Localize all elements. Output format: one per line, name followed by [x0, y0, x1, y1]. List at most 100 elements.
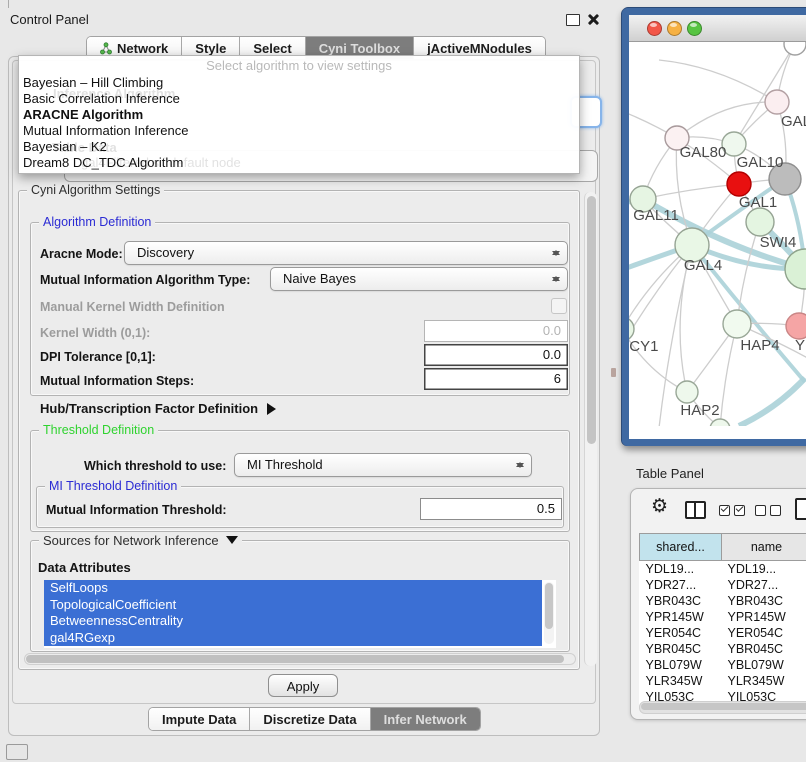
- dropdown-item-mutual-information-inference[interactable]: Mutual Information Inference: [19, 123, 579, 139]
- network-edge[interactable]: [659, 60, 777, 102]
- network-node[interactable]: [784, 42, 806, 55]
- tab-infer-network[interactable]: Infer Network: [371, 708, 480, 730]
- mi-type-value: Naive Bayes: [283, 271, 356, 286]
- collapsed-panel-button[interactable]: [6, 744, 28, 760]
- mi-steps-field[interactable]: 6: [424, 368, 568, 390]
- dropdown-item-bayesian-hill-climbing[interactable]: Bayesian – Hill Climbing: [19, 75, 579, 91]
- settings-hscroll-thumb[interactable]: [26, 655, 564, 663]
- dropdown-item-dream8-dc-tdc-algorithm[interactable]: Dream8 DC_TDC Algorithm: [19, 155, 579, 171]
- zoom-window-icon[interactable]: [687, 21, 702, 36]
- dropdown-placeholder: Select algorithm to view settings: [19, 56, 579, 75]
- tab-label: Style: [195, 41, 226, 56]
- table-cell[interactable]: YDR27...: [722, 577, 806, 593]
- tab-label: Select: [253, 41, 291, 56]
- table-row[interactable]: YLR345WYLR345W9.: [640, 673, 806, 689]
- attribute-item-topologicalcoefficient[interactable]: TopologicalCoefficient: [44, 597, 542, 614]
- table-row[interactable]: YDR27...YDR27...12: [640, 577, 806, 593]
- splitter-handle[interactable]: [611, 368, 616, 377]
- minimize-window-icon[interactable]: [667, 21, 682, 36]
- close-icon[interactable]: [586, 13, 600, 26]
- table-cell[interactable]: YBR045C: [640, 641, 722, 657]
- table-cell[interactable]: YLR345W: [722, 673, 806, 689]
- table-row[interactable]: YBR045CYBR045C9.: [640, 641, 806, 657]
- apply-button[interactable]: Apply: [268, 674, 338, 697]
- mi-type-label: Mutual Information Algorithm Type:: [40, 273, 250, 287]
- node-attribute-table: shared...nameA YDL19...YDL19...13YDR27..…: [639, 533, 806, 705]
- attributes-scroll-thumb[interactable]: [545, 583, 553, 629]
- tab-impute-data[interactable]: Impute Data: [149, 708, 250, 730]
- column-header-name[interactable]: name: [722, 534, 806, 561]
- float-window-icon[interactable]: [566, 14, 580, 26]
- node-label-y: Y: [795, 337, 805, 354]
- settings-vertical-scrollbar: [584, 192, 597, 666]
- deselect-all-checkboxes-icon[interactable]: [755, 505, 781, 516]
- node-label-hap4: HAP4: [740, 337, 779, 354]
- network-edge[interactable]: [739, 378, 805, 426]
- split-columns-icon[interactable]: [685, 501, 706, 519]
- sources-group-title[interactable]: Sources for Network Inference: [39, 533, 242, 550]
- attribute-item-selfloops[interactable]: SelfLoops: [44, 580, 542, 597]
- table-row[interactable]: YER054CYER054C8.: [640, 625, 806, 641]
- table-cell[interactable]: YDL19...: [640, 561, 722, 578]
- hub-definition-expander[interactable]: Hub/Transcription Factor Definition: [40, 401, 282, 416]
- table-cell[interactable]: YDL19...: [722, 561, 806, 578]
- table-row[interactable]: YDL19...YDL19...13: [640, 561, 806, 578]
- network-canvas[interactable]: GALGAL80GAL10GAL1GAL11SWI4GAL4GCY1HAP4YH…: [629, 42, 806, 426]
- node-label-gal11: GAL11: [633, 207, 679, 224]
- dpi-tolerance-field[interactable]: 0.0: [424, 344, 568, 366]
- network-window-titlebar[interactable]: [629, 15, 806, 42]
- dropdown-item-bayesian-k2[interactable]: Bayesian – K2: [19, 139, 579, 155]
- settings-gear-icon[interactable]: ⚙: [651, 497, 668, 517]
- settings-vscroll-thumb[interactable]: [587, 196, 596, 444]
- attribute-item-gal4rgexp[interactable]: gal4RGexp: [44, 630, 542, 647]
- network-edge[interactable]: [677, 102, 777, 138]
- network-node[interactable]: [710, 419, 730, 426]
- network-node-swi4[interactable]: [746, 208, 774, 236]
- table-row[interactable]: YBL079WYBL079W: [640, 657, 806, 673]
- table-cell[interactable]: YBR045C: [722, 641, 806, 657]
- aracne-mode-value: Discovery: [137, 245, 194, 260]
- table-row[interactable]: YBR043CYBR043C: [640, 593, 806, 609]
- tab-discretize-data[interactable]: Discretize Data: [250, 708, 370, 730]
- table-cell[interactable]: YBR043C: [640, 593, 722, 609]
- table-row[interactable]: YPR145WYPR145W9.: [640, 609, 806, 625]
- network-edge[interactable]: [737, 222, 760, 324]
- file-icon[interactable]: [795, 498, 806, 520]
- mi-threshold-field[interactable]: 0.5: [420, 498, 562, 520]
- hub-definition-label: Hub/Transcription Factor Definition: [40, 401, 258, 416]
- network-edge[interactable]: [643, 184, 739, 199]
- attribute-item-betweennesscentrality[interactable]: BetweennessCentrality: [44, 613, 542, 630]
- dpi-tolerance-label: DPI Tolerance [0,1]:: [40, 350, 156, 364]
- expander-down-triangle-icon: [226, 536, 238, 550]
- network-node[interactable]: [785, 249, 806, 289]
- network-node-hap4[interactable]: [723, 310, 751, 338]
- table-cell[interactable]: YPR145W: [722, 609, 806, 625]
- table-cell[interactable]: YPR145W: [640, 609, 722, 625]
- tab-label: Impute Data: [162, 712, 236, 727]
- combo-arrows-icon: [552, 270, 560, 288]
- dropdown-item-basic-correlation-inference[interactable]: Basic Correlation Inference: [19, 91, 579, 107]
- network-node-gal1[interactable]: [727, 172, 751, 196]
- network-node-gal[interactable]: [765, 90, 789, 114]
- which-threshold-combobox[interactable]: MI Threshold: [234, 453, 532, 477]
- network-node-y[interactable]: [786, 313, 806, 339]
- table-cell[interactable]: YER054C: [640, 625, 722, 641]
- table-cell[interactable]: YER054C: [722, 625, 806, 641]
- network-edge[interactable]: [720, 324, 737, 426]
- dropdown-item-aracne-algorithm[interactable]: ARACNE Algorithm: [19, 107, 579, 123]
- node-label-hap2: HAP2: [680, 402, 719, 419]
- network-node-hap2[interactable]: [676, 381, 698, 403]
- node-label-gal10: GAL10: [737, 154, 784, 171]
- table-cell[interactable]: YLR345W: [640, 673, 722, 689]
- table-cell[interactable]: YBL079W: [722, 657, 806, 673]
- select-all-checkboxes-icon[interactable]: [719, 505, 745, 516]
- table-cell[interactable]: YDR27...: [640, 577, 722, 593]
- table-cell[interactable]: YBR043C: [722, 593, 806, 609]
- column-header-shared[interactable]: shared...: [640, 534, 722, 561]
- close-window-icon[interactable]: [647, 21, 662, 36]
- aracne-mode-combobox[interactable]: Discovery: [124, 241, 568, 265]
- table-hscroll-thumb[interactable]: [641, 703, 806, 710]
- node-label-swi4: SWI4: [760, 234, 797, 251]
- table-cell[interactable]: YBL079W: [640, 657, 722, 673]
- mi-type-combobox[interactable]: Naive Bayes: [270, 267, 568, 291]
